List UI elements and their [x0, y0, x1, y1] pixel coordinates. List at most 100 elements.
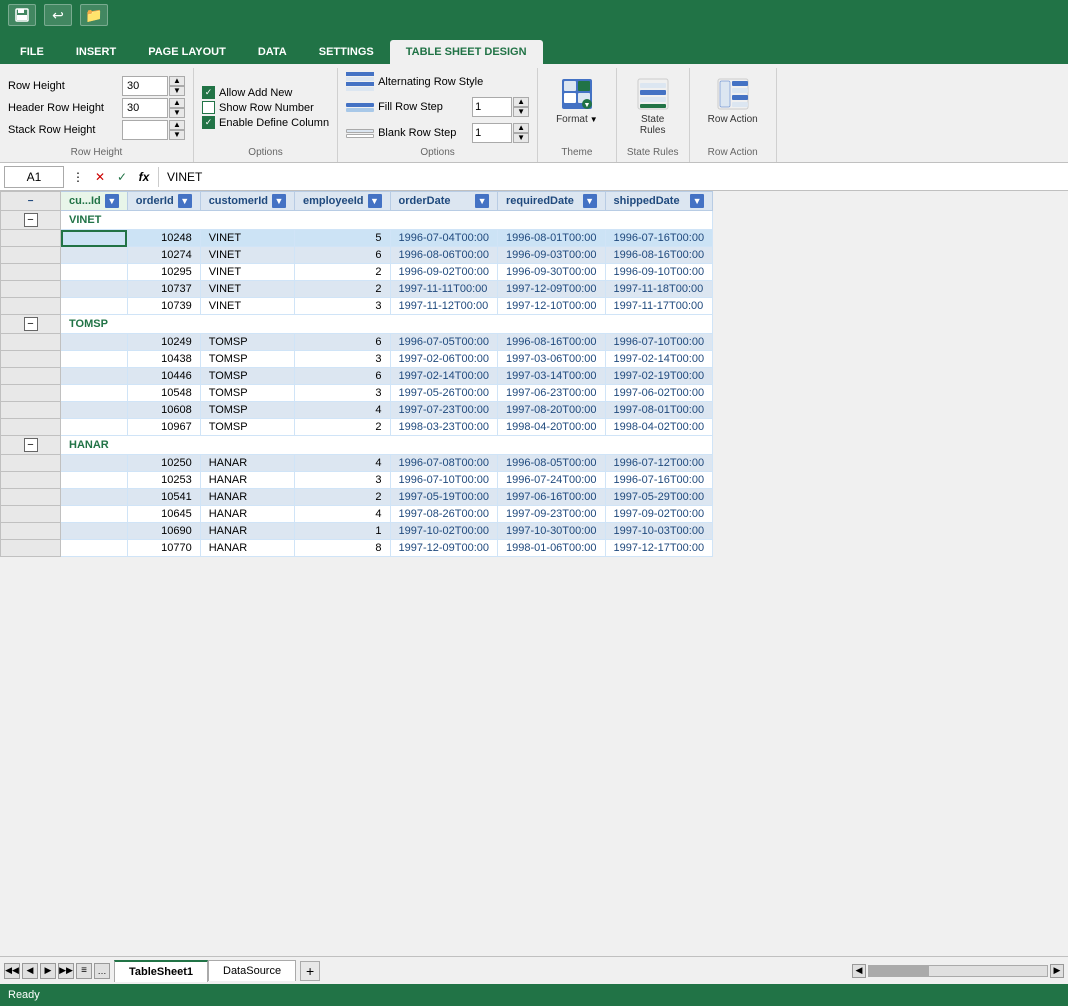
row-orderId-cell[interactable]: 10274	[127, 247, 200, 264]
row-orderId-cell[interactable]: 10541	[127, 489, 200, 506]
blank-row-step-input[interactable]	[472, 123, 512, 143]
group-collapse-cell[interactable]: −	[1, 436, 61, 455]
col-header-required-date[interactable]: requiredDate ▼	[498, 192, 606, 211]
sheet-tab-tablesheet1[interactable]: TableSheet1	[114, 960, 208, 982]
table-row[interactable]: 10548TOMSP31997-05-26T00:001997-06-23T00…	[1, 385, 713, 402]
row-requiredDate-cell[interactable]: 1997-12-10T00:00	[498, 298, 606, 315]
row-orderId-cell[interactable]: 10645	[127, 506, 200, 523]
row-employeeId-cell[interactable]: 1	[294, 523, 390, 540]
formula-cancel-button[interactable]: ✕	[90, 167, 110, 187]
table-row[interactable]: 10739VINET31997-11-12T00:001997-12-10T00…	[1, 298, 713, 315]
row-orderDate-cell[interactable]: 1997-07-23T00:00	[390, 402, 498, 419]
row-orderDate-cell[interactable]: 1996-07-04T00:00	[390, 230, 498, 247]
row-requiredDate-cell[interactable]: 1996-09-30T00:00	[498, 264, 606, 281]
show-row-number-checkbox[interactable]	[202, 101, 215, 114]
row-orderId-cell[interactable]: 10250	[127, 455, 200, 472]
row-employeeId-cell[interactable]: 3	[294, 298, 390, 315]
col-header-order-date[interactable]: orderDate ▼	[390, 192, 498, 211]
row-employeeId-cell[interactable]: 3	[294, 385, 390, 402]
table-row[interactable]: 10446TOMSP61997-02-14T00:001997-03-14T00…	[1, 368, 713, 385]
stack-row-height-spinner[interactable]: ▲ ▼	[169, 120, 185, 140]
row-shippedDate-cell[interactable]: 1997-02-19T00:00	[605, 368, 713, 385]
row-height-input[interactable]	[122, 76, 168, 96]
formula-fx-button[interactable]: fx	[134, 167, 154, 187]
row-orderDate-cell[interactable]: 1997-08-26T00:00	[390, 506, 498, 523]
row-customerId-cell[interactable]: TOMSP	[200, 351, 294, 368]
next-sheet-button[interactable]: ▶	[40, 963, 56, 979]
table-row[interactable]: 10967TOMSP21998-03-23T00:001998-04-20T00…	[1, 419, 713, 436]
row-shippedDate-cell[interactable]: 1997-09-02T00:00	[605, 506, 713, 523]
row-orderId-cell[interactable]: 10295	[127, 264, 200, 281]
row-customerId-cell[interactable]: VINET	[200, 264, 294, 281]
row-height-down[interactable]: ▼	[169, 86, 185, 96]
row-shippedDate-cell[interactable]: 1996-09-10T00:00	[605, 264, 713, 281]
row-orderId-cell[interactable]: 10249	[127, 334, 200, 351]
row-employeeId-cell[interactable]: 6	[294, 368, 390, 385]
row-orderId-cell[interactable]: 10248	[127, 230, 200, 247]
group-collapse-button[interactable]: −	[24, 317, 38, 331]
row-requiredDate-cell[interactable]: 1996-09-03T00:00	[498, 247, 606, 264]
row-shippedDate-cell[interactable]: 1997-12-17T00:00	[605, 540, 713, 557]
row-requiredDate-cell[interactable]: 1997-06-23T00:00	[498, 385, 606, 402]
header-row-height-down[interactable]: ▼	[169, 108, 185, 118]
tab-file[interactable]: FILE	[4, 40, 60, 64]
row-employeeId-cell[interactable]: 6	[294, 334, 390, 351]
row-orderDate-cell[interactable]: 1997-02-06T00:00	[390, 351, 498, 368]
row-orderId-cell[interactable]: 10967	[127, 419, 200, 436]
col-header-order-id[interactable]: orderId ▼	[127, 192, 200, 211]
row-orderDate-cell[interactable]: 1997-10-02T00:00	[390, 523, 498, 540]
col-header-customer-id[interactable]: customerId ▼	[200, 192, 294, 211]
row-employeeId-cell[interactable]: 5	[294, 230, 390, 247]
shipped-date-filter[interactable]: ▼	[690, 194, 704, 208]
row-orderDate-cell[interactable]: 1997-05-19T00:00	[390, 489, 498, 506]
row-requiredDate-cell[interactable]: 1998-04-20T00:00	[498, 419, 606, 436]
row-customerId-cell[interactable]: HANAR	[200, 472, 294, 489]
cell-reference-input[interactable]	[4, 166, 64, 188]
last-sheet-button[interactable]: ▶▶	[58, 963, 74, 979]
folder-button[interactable]: 📁	[80, 4, 108, 26]
fill-row-step-up[interactable]: ▲	[513, 97, 529, 107]
row-customerId-cell[interactable]: HANAR	[200, 540, 294, 557]
formula-more-button[interactable]: ⋮	[68, 167, 88, 187]
row-orderDate-cell[interactable]: 1996-07-10T00:00	[390, 472, 498, 489]
table-row[interactable]: 10438TOMSP31997-02-06T00:001997-03-06T00…	[1, 351, 713, 368]
row-customerId-cell[interactable]: TOMSP	[200, 402, 294, 419]
row-customerId-cell[interactable]: HANAR	[200, 455, 294, 472]
collapse-all-icon[interactable]: −	[28, 196, 34, 207]
col-header-shipped-date[interactable]: shippedDate ▼	[605, 192, 713, 211]
row-shippedDate-cell[interactable]: 1996-07-12T00:00	[605, 455, 713, 472]
row-shippedDate-cell[interactable]: 1997-10-03T00:00	[605, 523, 713, 540]
row-orderDate-cell[interactable]: 1996-09-02T00:00	[390, 264, 498, 281]
order-id-filter[interactable]: ▼	[178, 194, 192, 208]
row-shippedDate-cell[interactable]: 1997-08-01T00:00	[605, 402, 713, 419]
tab-insert[interactable]: INSERT	[60, 40, 132, 64]
scroll-left-button[interactable]: ◀	[852, 964, 866, 978]
scroll-track[interactable]	[868, 965, 1048, 977]
formula-confirm-button[interactable]: ✓	[112, 167, 132, 187]
row-customerId-cell[interactable]: HANAR	[200, 523, 294, 540]
table-row[interactable]: 10295VINET21996-09-02T00:001996-09-30T00…	[1, 264, 713, 281]
fill-row-step-spinner[interactable]: ▲ ▼	[513, 97, 529, 117]
row-requiredDate-cell[interactable]: 1997-03-06T00:00	[498, 351, 606, 368]
row-customerId-cell[interactable]: TOMSP	[200, 368, 294, 385]
order-date-filter[interactable]: ▼	[475, 194, 489, 208]
row-employeeId-cell[interactable]: 2	[294, 489, 390, 506]
row-employeeId-cell[interactable]: 2	[294, 281, 390, 298]
row-customerId-cell[interactable]: VINET	[200, 298, 294, 315]
row-orderDate-cell[interactable]: 1998-03-23T00:00	[390, 419, 498, 436]
tab-page-layout[interactable]: PAGE LAYOUT	[132, 40, 242, 64]
row-requiredDate-cell[interactable]: 1996-08-01T00:00	[498, 230, 606, 247]
row-employeeId-cell[interactable]: 2	[294, 419, 390, 436]
table-row[interactable]: 10770HANAR81997-12-09T00:001998-01-06T00…	[1, 540, 713, 557]
row-shippedDate-cell[interactable]: 1997-06-02T00:00	[605, 385, 713, 402]
row-requiredDate-cell[interactable]: 1996-08-16T00:00	[498, 334, 606, 351]
row-employeeId-cell[interactable]: 4	[294, 455, 390, 472]
row-shippedDate-cell[interactable]: 1996-07-10T00:00	[605, 334, 713, 351]
row-requiredDate-cell[interactable]: 1997-08-20T00:00	[498, 402, 606, 419]
fill-row-step-input[interactable]	[472, 97, 512, 117]
group-collapse-cell[interactable]: −	[1, 211, 61, 230]
row-orderDate-cell[interactable]: 1997-05-26T00:00	[390, 385, 498, 402]
tab-table-sheet-design[interactable]: TABLE SHEET DESIGN	[390, 40, 543, 64]
row-employeeId-cell[interactable]: 3	[294, 351, 390, 368]
stack-row-height-down[interactable]: ▼	[169, 130, 185, 140]
